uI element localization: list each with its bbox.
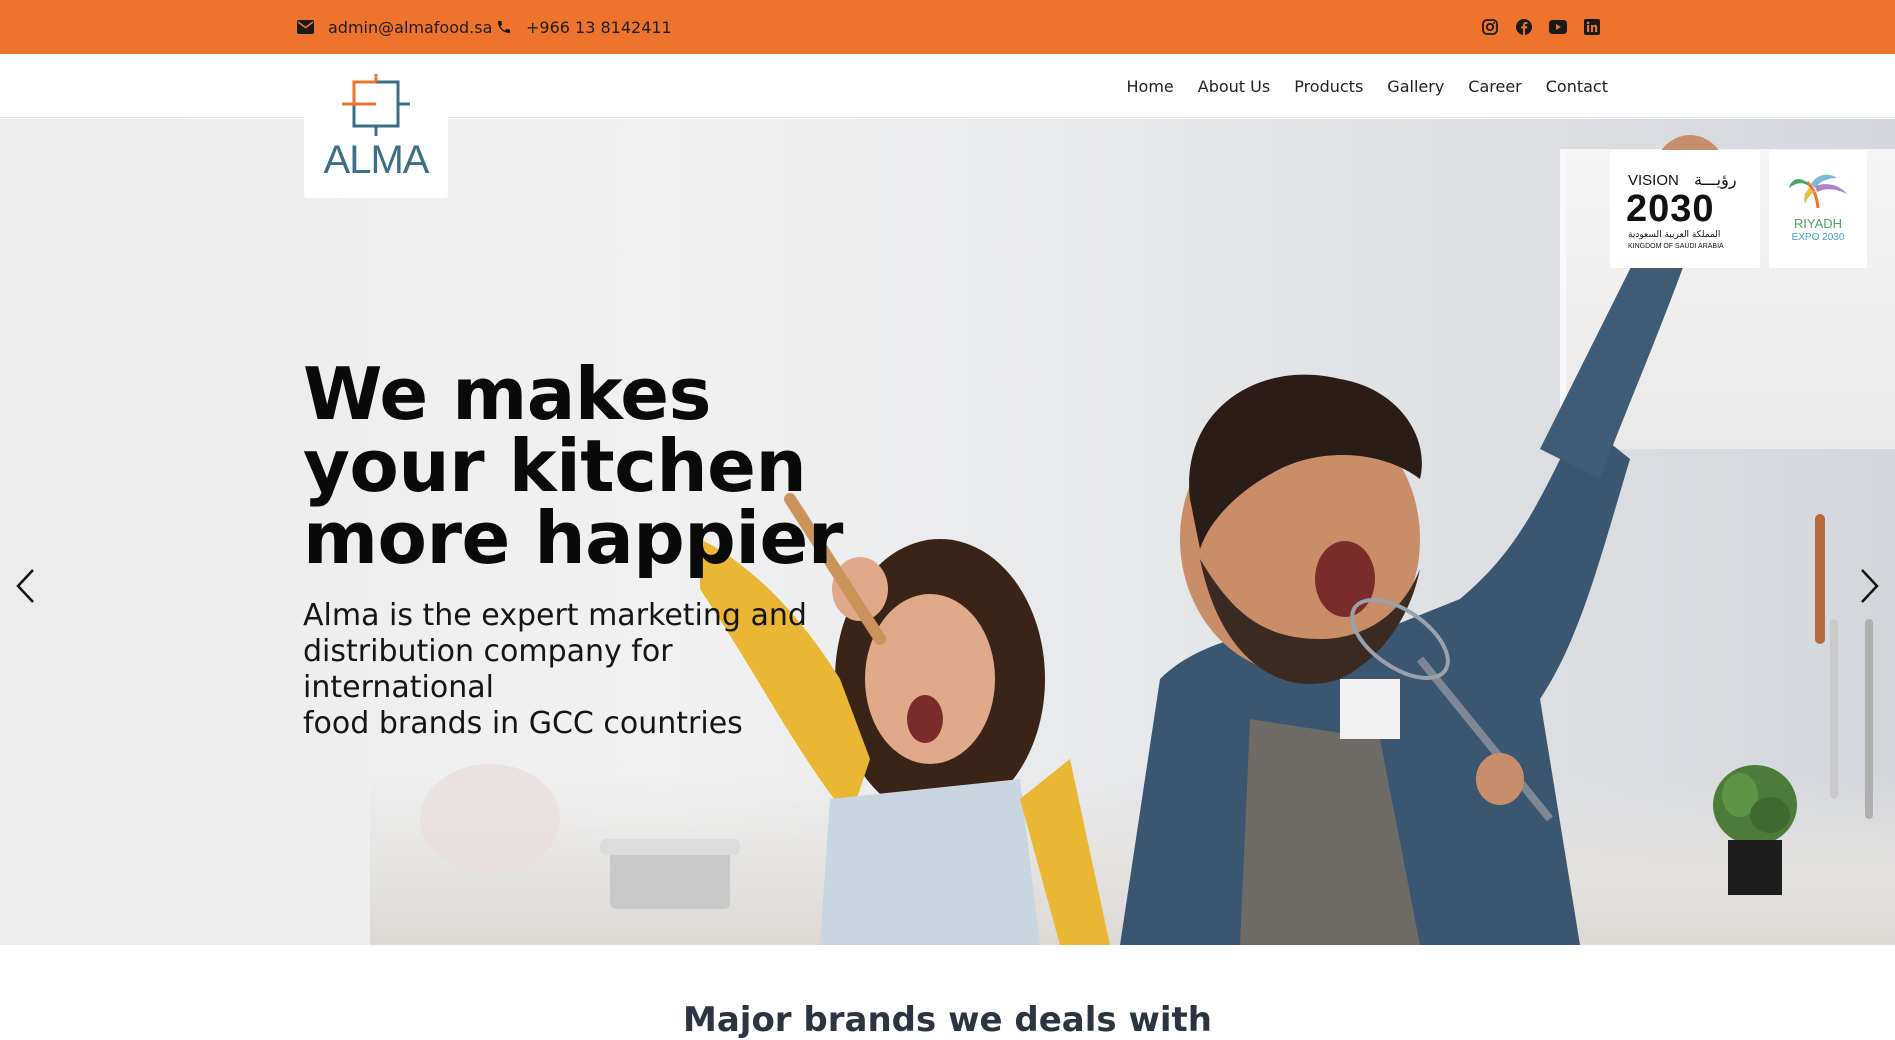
hero-title: We makes your kitchen more happier bbox=[303, 352, 843, 580]
nav-home[interactable]: Home bbox=[1127, 77, 1174, 96]
linkedin-icon[interactable] bbox=[1582, 18, 1601, 37]
nav-products[interactable]: Products bbox=[1294, 77, 1363, 96]
carousel-next-button[interactable] bbox=[1855, 566, 1885, 606]
vision-country: KINGDOM OF SAUDI ARABIA bbox=[1628, 243, 1724, 250]
nav-about-us[interactable]: About Us bbox=[1198, 77, 1270, 96]
hero-subtitle: Alma is the expert marketing and distrib… bbox=[303, 598, 807, 741]
top-bar: admin@almafood.sa +966 13 8142411 bbox=[0, 0, 1895, 54]
expo-city: RIYADH bbox=[1793, 216, 1843, 231]
email-contact[interactable]: admin@almafood.sa bbox=[297, 0, 492, 54]
main-navbar: Home About Us Products Gallery Career Co… bbox=[0, 54, 1895, 118]
riyadh-expo-badge[interactable]: RIYADH EXPO 2030 bbox=[1769, 150, 1867, 268]
site-logo[interactable]: ALMA bbox=[304, 64, 448, 198]
palm-logo-icon bbox=[1789, 174, 1847, 209]
email-text[interactable]: admin@almafood.sa bbox=[328, 18, 492, 37]
youtube-icon[interactable] bbox=[1548, 18, 1567, 37]
utensil-decor bbox=[1830, 619, 1838, 799]
facebook-icon[interactable] bbox=[1514, 18, 1533, 37]
brands-section-title: Major brands we deals with bbox=[683, 1000, 1212, 1040]
vision-year: 2030 bbox=[1626, 188, 1715, 230]
mail-icon bbox=[297, 20, 314, 34]
utensil-decor bbox=[1815, 514, 1825, 644]
nav-career[interactable]: Career bbox=[1468, 77, 1521, 96]
hero-carousel: We makes your kitchen more happier Alma … bbox=[0, 119, 1895, 945]
expo-event: EXPO 2030 bbox=[1791, 232, 1845, 243]
phone-icon bbox=[498, 21, 510, 33]
vision-arabic: رؤيـــة bbox=[1694, 170, 1737, 189]
logo-mark-icon bbox=[342, 74, 410, 136]
carousel-prev-button[interactable] bbox=[10, 566, 40, 606]
social-links bbox=[1480, 0, 1601, 54]
phone-text[interactable]: +966 13 8142411 bbox=[526, 18, 672, 37]
nav-gallery[interactable]: Gallery bbox=[1387, 77, 1444, 96]
chevron-left-icon bbox=[16, 569, 34, 603]
phone-contact[interactable]: +966 13 8142411 bbox=[496, 0, 672, 54]
vision-2030-badge[interactable]: VISION رؤيـــة 2030 المملكة العربية السع… bbox=[1610, 150, 1760, 268]
instagram-icon[interactable] bbox=[1480, 18, 1499, 37]
utensil-decor bbox=[1865, 619, 1873, 819]
chevron-right-icon bbox=[1861, 569, 1879, 603]
main-nav: Home About Us Products Gallery Career Co… bbox=[1127, 54, 1608, 118]
vision-word: VISION bbox=[1628, 172, 1679, 189]
logo-text: ALMA bbox=[323, 138, 430, 182]
vision-arabic-country: المملكة العربية السعودية bbox=[1628, 230, 1721, 240]
nav-contact[interactable]: Contact bbox=[1546, 77, 1608, 96]
